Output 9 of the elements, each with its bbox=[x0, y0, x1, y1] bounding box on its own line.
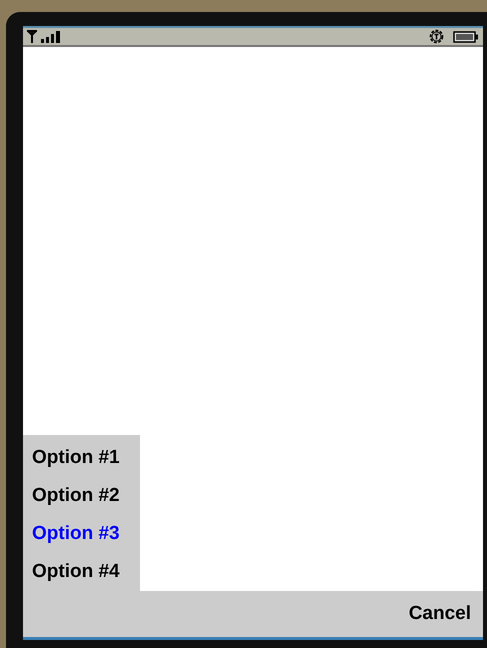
menu-item[interactable]: Option #1 bbox=[23, 439, 120, 477]
signal-strength-icon bbox=[41, 30, 63, 43]
menu-item[interactable]: Option #4 bbox=[23, 553, 120, 591]
cancel-softkey[interactable]: Cancel bbox=[408, 603, 471, 625]
antenna-icon bbox=[27, 30, 37, 43]
battery-icon bbox=[453, 30, 479, 42]
gear-icon bbox=[428, 28, 445, 45]
menu-item[interactable]: Option #2 bbox=[23, 477, 120, 515]
menu-item[interactable]: Option #3 bbox=[23, 515, 120, 553]
